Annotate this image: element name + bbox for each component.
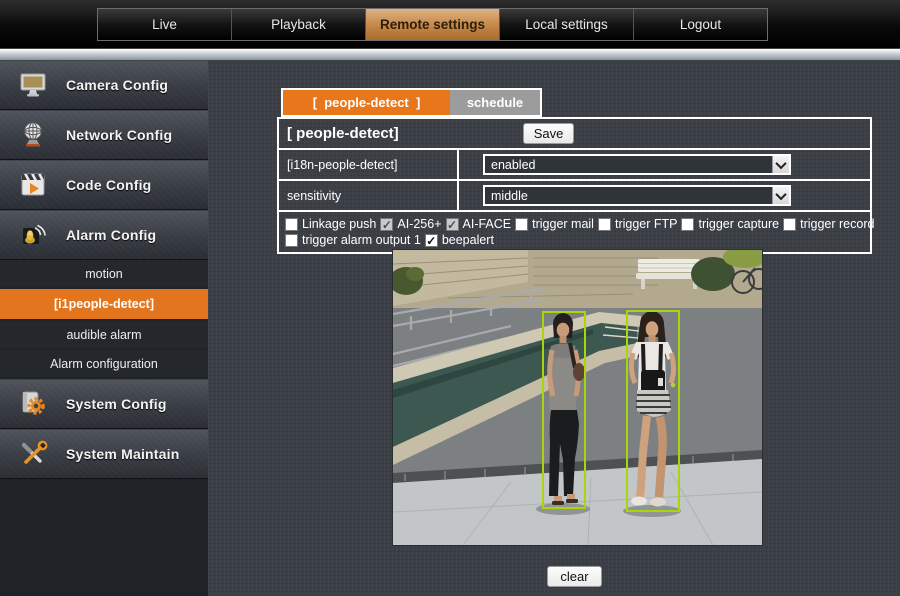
nav-tab-local-settings[interactable]: Local settings — [500, 9, 634, 40]
checkbox-label: trigger capture — [698, 217, 780, 231]
sidebar-item-label: System Config — [66, 396, 167, 412]
setting-label: sensitivity — [287, 188, 342, 203]
checkbox-box[interactable] — [424, 233, 438, 247]
checkbox-label: AI-FACE — [462, 217, 512, 231]
checkbox-trigger-capture[interactable]: trigger capture — [681, 217, 779, 231]
sidebar-item-camera-config[interactable]: Camera Config — [0, 60, 208, 110]
trigger-options-row: Linkage push AI-256+ AI-FACE trigger mai… — [279, 212, 874, 252]
sensitivity-setting-row: sensitivity middle — [279, 181, 870, 212]
checkbox-linkage-push[interactable]: Linkage push — [285, 217, 376, 231]
sidebar-item-label: Network Config — [66, 127, 173, 143]
monitor-icon — [0, 70, 66, 100]
sidebar-subitem-people-detect[interactable]: [i1people-detect] — [0, 289, 208, 319]
checkbox-box[interactable] — [681, 217, 695, 231]
save-button[interactable]: Save — [522, 123, 575, 144]
checkbox-box[interactable] — [783, 217, 797, 231]
checkbox-box[interactable] — [515, 217, 529, 231]
chevron-down-icon[interactable] — [772, 187, 789, 204]
sidebar-item-label: Code Config — [66, 177, 152, 193]
tab-schedule[interactable]: schedule — [450, 90, 540, 115]
header-divider-strip — [0, 48, 900, 60]
checkbox-box[interactable] — [380, 217, 394, 231]
clear-button[interactable]: clear — [547, 566, 602, 587]
sidebar: Camera Config Network Config Code Config… — [0, 60, 208, 596]
clapperboard-icon — [0, 170, 66, 200]
sidebar-subitem-alarm-configuration[interactable]: Alarm configuration — [0, 350, 208, 377]
select-value: enabled — [491, 157, 536, 172]
content-tab-group: [ people-detect ] schedule — [281, 88, 542, 117]
top-nav: Live Playback Remote settings Local sett… — [97, 8, 768, 41]
alarm-horn-icon — [0, 220, 66, 250]
chevron-down-icon[interactable] — [772, 156, 789, 173]
people-detect-enable-select[interactable]: enabled — [483, 154, 791, 175]
checkbox-ai-face[interactable]: AI-FACE — [445, 217, 512, 231]
sidebar-item-label: System Maintain — [66, 446, 180, 462]
sidebar-item-system-maintain[interactable]: System Maintain — [0, 429, 208, 479]
sidebar-item-alarm-config[interactable]: Alarm Config — [0, 210, 208, 260]
checkbox-label: trigger mail — [532, 217, 594, 231]
checkbox-box[interactable] — [445, 217, 459, 231]
enable-setting-row: [i18n-people-detect] enabled — [279, 150, 870, 181]
checkbox-label: trigger alarm output 1 — [302, 233, 421, 247]
gear-icon — [0, 389, 66, 419]
sidebar-subitem-audible-alarm[interactable]: audible alarm — [0, 321, 208, 348]
globe-icon — [0, 120, 66, 150]
sidebar-item-network-config[interactable]: Network Config — [0, 110, 208, 160]
checkbox-label: AI-256+ — [397, 217, 442, 231]
nav-tab-live[interactable]: Live — [98, 9, 232, 40]
checkbox-beepalert[interactable]: beepalert — [424, 233, 494, 247]
checkbox-label: trigger FTP — [614, 217, 678, 231]
sidebar-subitem-motion[interactable]: motion — [0, 260, 208, 287]
tools-icon — [0, 439, 66, 469]
people-detect-settings-table: [ people-detect] Save [i18n-people-detec… — [277, 117, 874, 254]
top-header: Live Playback Remote settings Local sett… — [0, 0, 900, 48]
checkbox-ai-256[interactable]: AI-256+ — [380, 217, 442, 231]
checkbox-label: trigger record — [800, 217, 875, 231]
sidebar-item-system-config[interactable]: System Config — [0, 379, 208, 429]
alarm-submenu: motion [i1people-detect] audible alarm A… — [0, 260, 208, 377]
nav-tab-playback[interactable]: Playback — [232, 9, 366, 40]
tab-people-detect[interactable]: [ people-detect ] — [283, 90, 450, 115]
camera-preview-image — [389, 246, 770, 546]
nav-tab-logout[interactable]: Logout — [634, 9, 767, 40]
checkbox-trigger-record[interactable]: trigger record — [783, 217, 874, 231]
checkbox-box[interactable] — [285, 217, 298, 231]
sidebar-item-code-config[interactable]: Code Config — [0, 160, 208, 210]
sidebar-item-label: Alarm Config — [66, 227, 157, 243]
sensitivity-select[interactable]: middle — [483, 185, 791, 206]
setting-label: [i18n-people-detect] — [287, 157, 398, 172]
checkbox-trigger-ftp[interactable]: trigger FTP — [597, 217, 678, 231]
checkbox-label: beepalert — [441, 233, 494, 247]
checkbox-box[interactable] — [285, 233, 298, 247]
checkbox-trigger-mail[interactable]: trigger mail — [515, 217, 594, 231]
nav-tab-remote-settings[interactable]: Remote settings — [366, 9, 500, 40]
clear-button-row: clear — [277, 566, 872, 587]
select-value: middle — [491, 188, 528, 203]
page-title: [ people-detect] — [287, 125, 399, 142]
checkbox-box[interactable] — [597, 217, 611, 231]
checkbox-trigger-alarm-output-1[interactable]: trigger alarm output 1 — [285, 233, 421, 247]
checkbox-label: Linkage push — [302, 217, 377, 231]
camera-web-ui: Live Playback Remote settings Local sett… — [0, 0, 900, 596]
sidebar-item-label: Camera Config — [66, 77, 169, 93]
settings-header-row: [ people-detect] Save — [279, 119, 870, 150]
